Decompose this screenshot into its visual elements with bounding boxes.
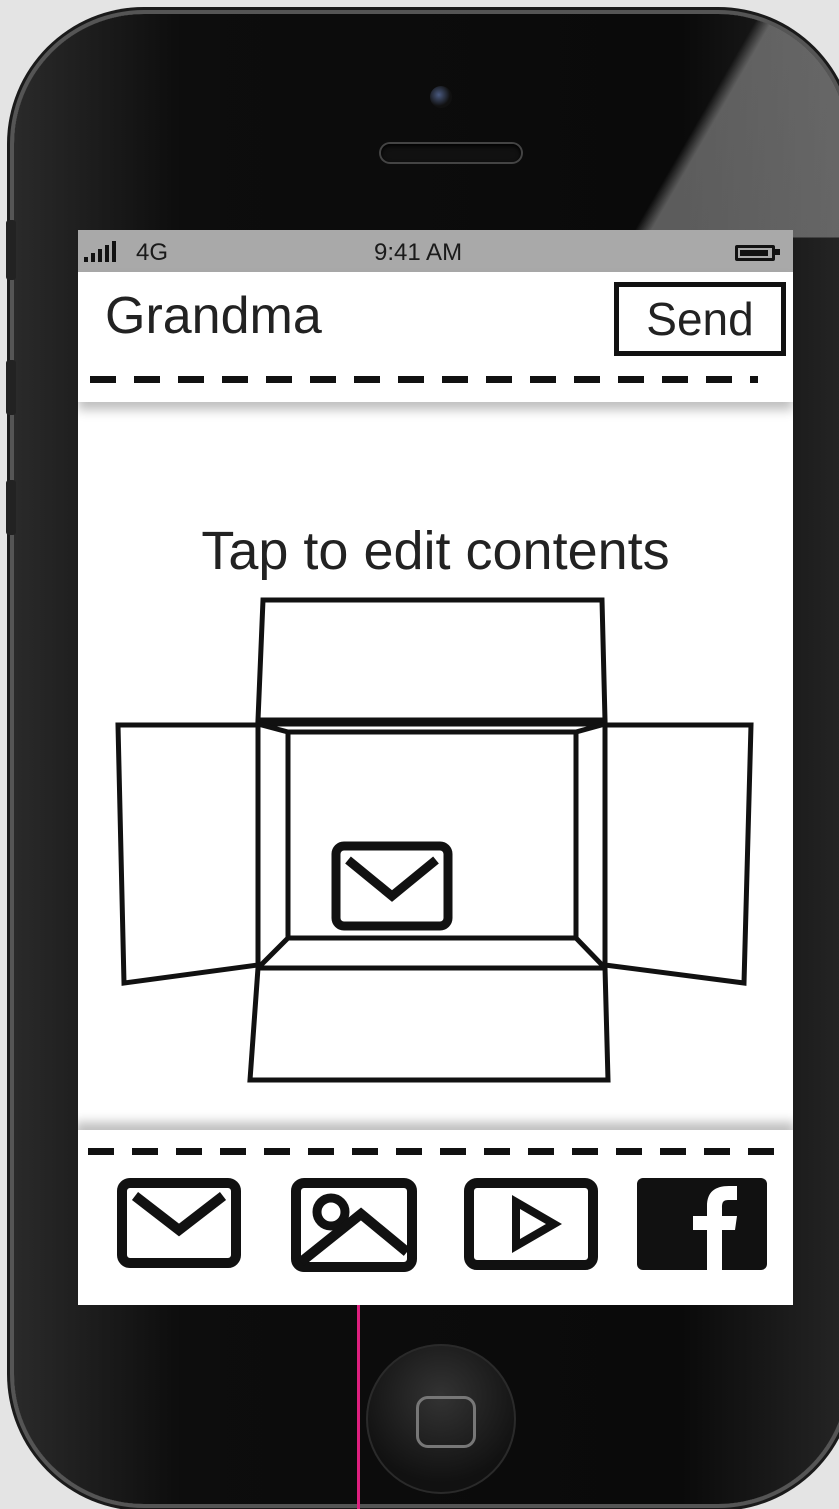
status-bar: 4G 9:41 AM bbox=[78, 230, 793, 272]
signal-strength-icon bbox=[84, 241, 116, 262]
envelope-icon bbox=[331, 841, 453, 931]
edit-hint: Tap to edit contents bbox=[201, 521, 670, 581]
home-button[interactable] bbox=[366, 1344, 516, 1494]
box-right-flap bbox=[602, 722, 754, 986]
page-title: Grandma bbox=[105, 287, 322, 345]
header-dashed-divider bbox=[90, 376, 758, 383]
image-icon[interactable] bbox=[291, 1178, 417, 1272]
front-camera bbox=[430, 86, 452, 108]
send-button[interactable]: Send bbox=[614, 282, 786, 356]
volume-up-button bbox=[6, 360, 16, 415]
earpiece-speaker bbox=[381, 144, 521, 162]
volume-down-button bbox=[6, 480, 16, 535]
video-play-icon[interactable] bbox=[464, 1178, 598, 1270]
header: Grandma Send bbox=[78, 272, 793, 402]
footer-dashed-divider bbox=[88, 1148, 776, 1155]
network-type: 4G bbox=[136, 239, 169, 266]
box-bottom-flap bbox=[247, 965, 611, 1083]
open-box-illustration[interactable] bbox=[108, 590, 768, 1090]
home-square-icon bbox=[416, 1396, 476, 1448]
attachment-toolbar bbox=[78, 1130, 793, 1305]
mute-switch bbox=[6, 220, 16, 280]
annotation-line bbox=[357, 1296, 360, 1509]
box-left-flap bbox=[115, 722, 261, 986]
mail-icon[interactable] bbox=[117, 1178, 241, 1268]
battery-icon bbox=[735, 245, 775, 261]
box-top-flap bbox=[255, 597, 608, 723]
battery-tip bbox=[775, 249, 780, 255]
facebook-icon[interactable] bbox=[637, 1178, 767, 1270]
phone-screen: 4G 9:41 AM Grandma Send Tap to edit cont… bbox=[78, 230, 793, 1305]
status-time: 9:41 AM bbox=[374, 239, 463, 266]
